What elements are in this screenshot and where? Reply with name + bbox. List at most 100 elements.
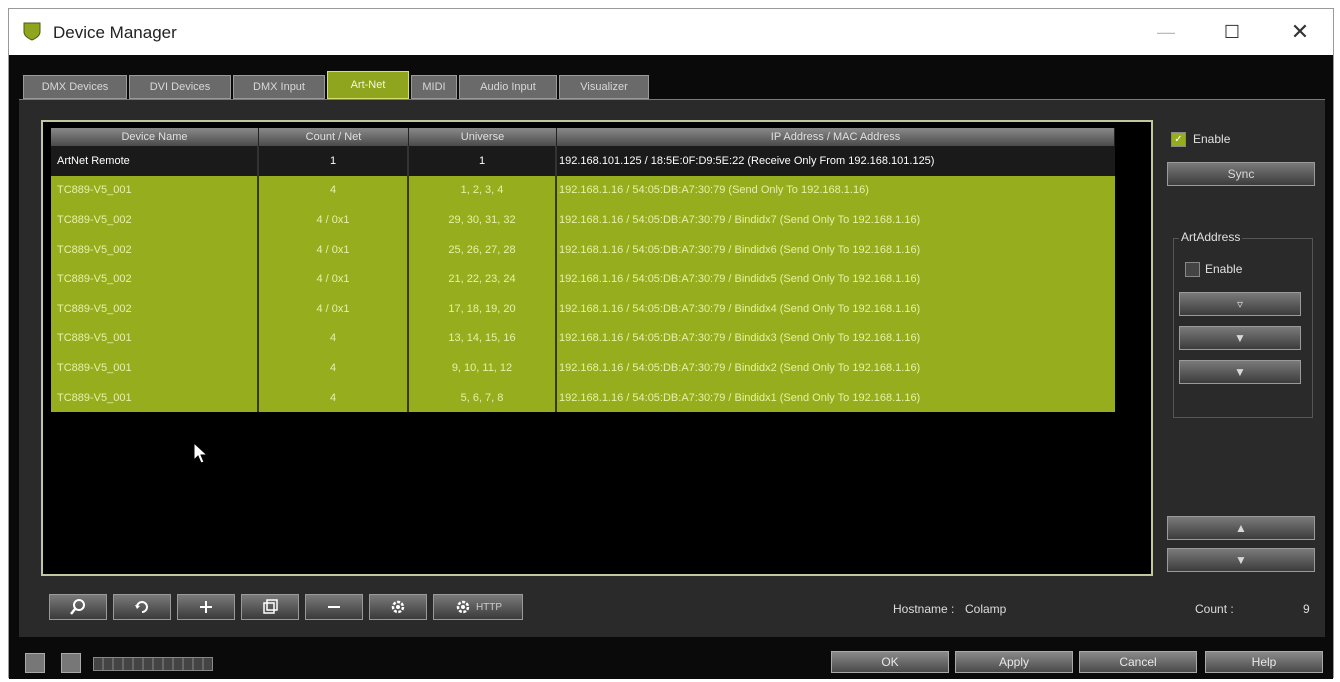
maximize-button[interactable]: ☐ xyxy=(1203,9,1261,55)
move-down-button[interactable]: ▼ xyxy=(1167,548,1315,572)
table-row[interactable]: TC889-V5_001 4 5, 6, 7, 8 192.168.1.16 /… xyxy=(51,382,1115,413)
tab-audio-input[interactable]: Audio Input xyxy=(459,75,557,99)
arrow-down-icon: ▼ xyxy=(1234,365,1246,379)
cell-ip-mac: 192.168.1.16 / 54:05:DB:A7:30:79 / Bindi… xyxy=(559,273,921,286)
cell-device-name: TC889-V5_002 xyxy=(51,264,259,294)
artaddress-enable-checkbox[interactable] xyxy=(1185,262,1200,277)
http-settings-button[interactable]: HTTP xyxy=(433,594,523,620)
cell-count-net: 4 / 0x1 xyxy=(259,293,409,324)
copy-button[interactable] xyxy=(241,594,299,620)
cell-ip-mac: 192.168.1.16 / 54:05:DB:A7:30:79 / Bindi… xyxy=(559,391,921,404)
refresh-icon xyxy=(135,601,148,613)
cell-count-net: 4 / 0x1 xyxy=(259,205,409,235)
cell-count-net: 4 xyxy=(259,175,409,206)
table-body: ArtNet Remote 1 1 192.168.101.125 / 18:5… xyxy=(51,146,1115,413)
cell-universe: 25, 26, 27, 28 xyxy=(409,234,557,265)
device-table[interactable]: Device Name Count / Net Universe IP Addr… xyxy=(41,120,1153,576)
artaddress-action-button-1[interactable]: ▿ xyxy=(1179,292,1301,316)
search-button[interactable] xyxy=(49,594,107,620)
tab-midi[interactable]: MIDI xyxy=(411,75,457,99)
arrow-up-icon: ▲ xyxy=(1235,521,1247,535)
cell-device-name: TC889-V5_001 xyxy=(51,323,259,354)
cell-device-name: TC889-V5_002 xyxy=(51,205,259,235)
copy-icon xyxy=(263,599,278,614)
minimize-icon: — xyxy=(1157,21,1175,42)
cell-universe: 17, 18, 19, 20 xyxy=(409,293,557,324)
app-shield-icon xyxy=(23,22,41,41)
table-row[interactable]: ArtNet Remote 1 1 192.168.101.125 / 18:5… xyxy=(51,146,1115,176)
cell-device-name: TC889-V5_002 xyxy=(51,293,259,324)
cell-device-name: TC889-V5_001 xyxy=(51,175,259,206)
tab-visualizer[interactable]: Visualizer xyxy=(559,75,649,99)
cell-ip-mac: 192.168.1.16 / 54:05:DB:A7:30:79 / Bindi… xyxy=(559,361,921,374)
refresh-button[interactable] xyxy=(113,594,171,620)
artaddress-action-button-2[interactable]: ▼ xyxy=(1179,326,1301,350)
add-button[interactable] xyxy=(177,594,235,620)
search-icon xyxy=(70,599,85,615)
help-button[interactable]: Help xyxy=(1205,651,1323,673)
hostname-value: Colamp xyxy=(965,602,1007,616)
cell-count-net: 4 xyxy=(259,353,409,383)
gear-icon xyxy=(391,600,405,614)
gear-icon xyxy=(456,600,470,614)
cell-ip-mac: 192.168.1.16 / 54:05:DB:A7:30:79 / Bindi… xyxy=(559,332,921,345)
cell-count-net: 4 xyxy=(259,382,409,413)
cell-universe: 9, 10, 11, 12 xyxy=(409,353,557,383)
cell-ip-mac: 192.168.1.16 / 54:05:DB:A7:30:79 / Bindi… xyxy=(559,243,921,256)
arrow-down-icon: ▼ xyxy=(1235,553,1247,567)
minimize-button[interactable]: — xyxy=(1137,9,1195,55)
settings-button[interactable] xyxy=(369,594,427,620)
table-row[interactable]: TC889-V5_001 4 13, 14, 15, 16 192.168.1.… xyxy=(51,323,1115,354)
cell-ip-mac: 192.168.1.16 / 54:05:DB:A7:30:79 / Bindi… xyxy=(559,302,921,315)
column-header-count-net[interactable]: Count / Net xyxy=(259,128,409,146)
table-row[interactable]: TC889-V5_001 4 9, 10, 11, 12 192.168.1.1… xyxy=(51,353,1115,383)
column-header-universe[interactable]: Universe xyxy=(409,128,557,146)
artaddress-label: ArtAddress xyxy=(1179,230,1243,244)
maximize-icon: ☐ xyxy=(1223,21,1241,42)
remove-button[interactable] xyxy=(305,594,363,620)
art-net-panel: Device Name Count / Net Universe IP Addr… xyxy=(19,99,1325,637)
save-icon[interactable] xyxy=(61,653,81,673)
sync-button[interactable]: Sync xyxy=(1167,162,1315,186)
cell-count-net: 4 xyxy=(259,323,409,354)
column-header-ip-mac[interactable]: IP Address / MAC Address xyxy=(557,128,1115,146)
cell-device-name: ArtNet Remote xyxy=(51,146,259,176)
ok-button[interactable]: OK xyxy=(831,651,949,673)
table-row[interactable]: TC889-V5_002 4 / 0x1 21, 22, 23, 24 192.… xyxy=(51,264,1115,294)
tab-dmx-devices[interactable]: DMX Devices xyxy=(23,75,127,99)
http-label: HTTP xyxy=(475,601,503,613)
tab-dmx-input[interactable]: DMX Input xyxy=(233,75,325,99)
minus-icon xyxy=(328,606,340,608)
table-row[interactable]: TC889-V5_002 4 / 0x1 25, 26, 27, 28 192.… xyxy=(51,234,1115,265)
cell-universe: 1 xyxy=(409,146,557,176)
column-header-device-name[interactable]: Device Name xyxy=(51,128,259,146)
cell-ip-mac: 192.168.101.125 / 18:5E:0F:D9:5E:22 (Rec… xyxy=(559,154,935,167)
move-up-button[interactable]: ▲ xyxy=(1167,516,1315,540)
title-bar[interactable]: Device Manager — ☐ ✕ xyxy=(9,9,1333,55)
close-icon: ✕ xyxy=(1290,19,1310,44)
cell-universe: 13, 14, 15, 16 xyxy=(409,323,557,354)
table-row[interactable]: TC889-V5_001 4 1, 2, 3, 4 192.168.1.16 /… xyxy=(51,175,1115,206)
enable-label: Enable xyxy=(1193,132,1231,146)
tab-dvi-devices[interactable]: DVI Devices xyxy=(129,75,231,99)
network-icon[interactable] xyxy=(25,653,45,673)
cancel-button[interactable]: Cancel xyxy=(1079,651,1197,673)
arrow-down-icon: ▼ xyxy=(1234,331,1246,345)
enable-checkbox[interactable]: ✓ xyxy=(1171,132,1186,147)
window-title: Device Manager xyxy=(53,23,177,42)
hostname-label: Hostname : xyxy=(893,602,955,616)
apply-button[interactable]: Apply xyxy=(955,651,1073,673)
plus-icon xyxy=(200,601,212,613)
close-button[interactable]: ✕ xyxy=(1271,9,1329,55)
table-row[interactable]: TC889-V5_002 4 / 0x1 17, 18, 19, 20 192.… xyxy=(51,293,1115,324)
cell-universe: 1, 2, 3, 4 xyxy=(409,175,557,206)
artaddress-action-button-3[interactable]: ▼ xyxy=(1179,360,1301,384)
cell-universe: 29, 30, 31, 32 xyxy=(409,205,557,235)
cell-ip-mac: 192.168.1.16 / 54:05:DB:A7:30:79 / Bindi… xyxy=(559,213,921,226)
table-row[interactable]: TC889-V5_002 4 / 0x1 29, 30, 31, 32 192.… xyxy=(51,205,1115,235)
checkmark-icon: ✓ xyxy=(1174,134,1183,145)
cell-device-name: TC889-V5_001 xyxy=(51,382,259,413)
cell-universe: 21, 22, 23, 24 xyxy=(409,264,557,294)
tab-art-net[interactable]: Art-Net xyxy=(327,71,409,99)
chevron-down-icon: ▿ xyxy=(1236,297,1244,311)
